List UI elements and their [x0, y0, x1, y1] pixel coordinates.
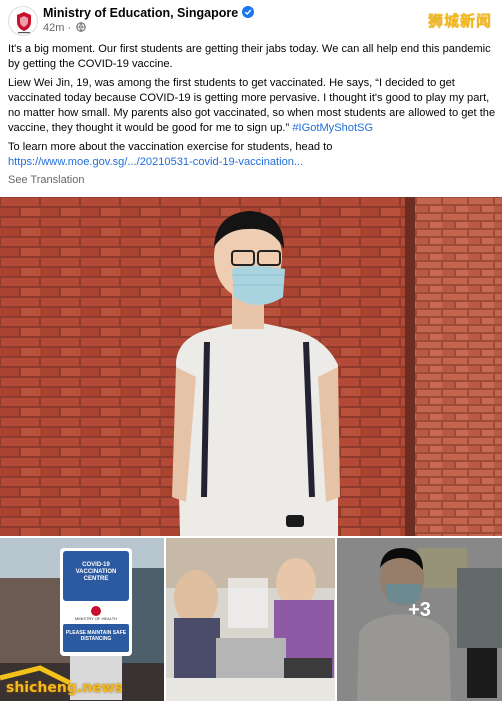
facebook-post: Ministry of Education, Singapore 42m · 狮…	[0, 0, 502, 701]
photo-thumbnail-vaccination-sign[interactable]: COVID-19 VACCINATION CENTRE MINISTRY OF …	[0, 538, 164, 701]
post-timestamp[interactable]: 42m	[43, 22, 64, 34]
page-name-text[interactable]: Ministry of Education, Singapore	[43, 6, 238, 20]
photo-thumbnail-vaccination-desk[interactable]	[166, 538, 335, 701]
page-name[interactable]: Ministry of Education, Singapore	[43, 6, 255, 20]
sign-ministry: MINISTRY OF HEALTH	[74, 616, 118, 621]
moe-article-link[interactable]: https://www.moe.gov.sg/.../20210531-covi…	[8, 156, 303, 168]
main-photo[interactable]	[0, 197, 502, 536]
hashtag-link[interactable]: #IGotMyShotSG	[292, 122, 373, 134]
post-body: It's a big moment. Our first students ar…	[8, 42, 496, 174]
post-meta: 42m ·	[43, 22, 86, 34]
photo-grid: COVID-19 VACCINATION CENTRE MINISTRY OF …	[0, 538, 502, 701]
post-paragraph-3: To learn more about the vaccination exer…	[8, 140, 496, 170]
verified-badge-icon	[242, 6, 255, 18]
post-paragraph-3-text: To learn more about the vaccination exer…	[8, 141, 333, 153]
see-translation-link[interactable]: See Translation	[8, 174, 84, 186]
page-avatar[interactable]	[8, 6, 38, 36]
post-paragraph-2: Liew Wei Jin, 19, was among the first st…	[8, 76, 496, 136]
photo-thumbnail-student-seated[interactable]: +3	[337, 538, 502, 701]
post-header: Ministry of Education, Singapore 42m · 狮…	[0, 0, 502, 40]
post-paragraph-1: It's a big moment. Our first students ar…	[8, 43, 491, 70]
sign-notice: PLEASE MAINTAIN SAFE DISTANCING	[65, 630, 127, 642]
watermark-url: shicheng.news	[6, 680, 123, 696]
globe-icon	[76, 22, 86, 32]
sign-title: COVID-19 VACCINATION CENTRE	[75, 562, 117, 582]
more-photos-overlay[interactable]: +3	[337, 538, 502, 701]
watermark-logo: 狮城新闻	[427, 12, 492, 30]
post-quote: Liew Wei Jin, 19, was among the first st…	[8, 77, 496, 134]
more-photos-count[interactable]: +3	[408, 599, 431, 622]
